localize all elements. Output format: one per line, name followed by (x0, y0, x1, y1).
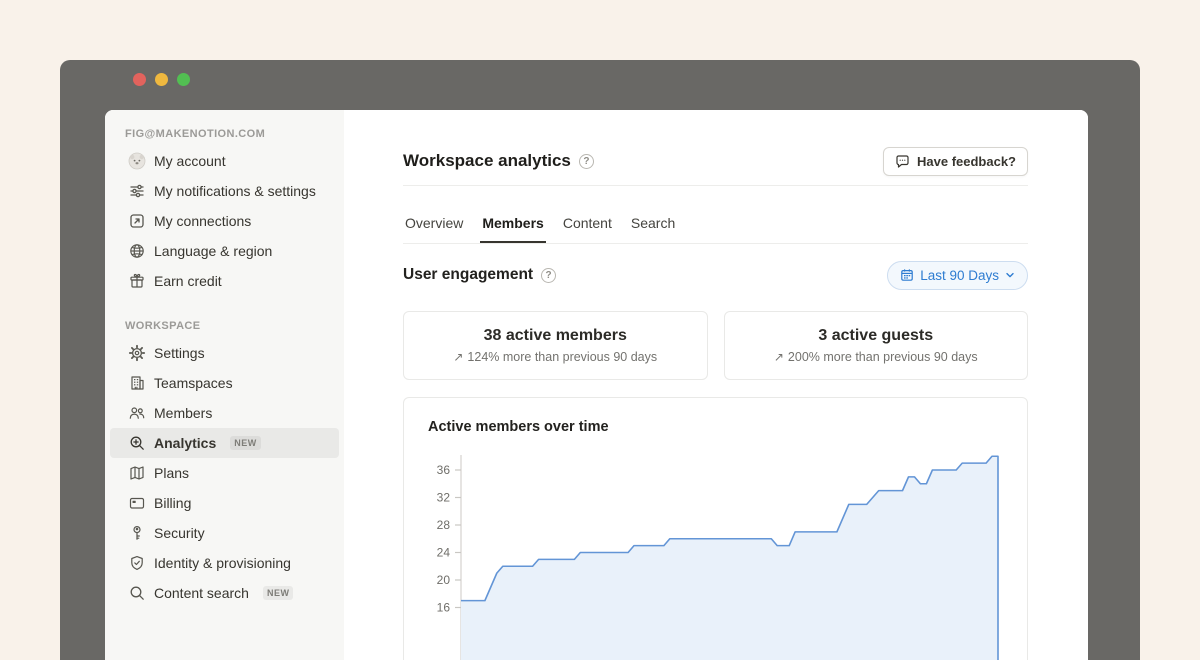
sidebar-item-settings[interactable]: Settings (110, 338, 339, 368)
sidebar-item-label: Settings (154, 343, 205, 363)
svg-text:32: 32 (437, 491, 451, 505)
trend-up-icon: ↗ (453, 350, 463, 364)
svg-text:36: 36 (437, 463, 451, 477)
sidebar-item-identity-provisioning[interactable]: Identity & provisioning (110, 548, 339, 578)
trend-up-icon: ↗ (774, 350, 784, 364)
workspace-section-header: WORKSPACE (110, 316, 339, 338)
shield-check-icon (128, 554, 146, 572)
credit-card-icon (128, 494, 146, 512)
stat-cards-row: 38 active members ↗ 124% more than previ… (403, 311, 1028, 380)
date-range-label: Last 90 Days (920, 268, 999, 283)
gear-icon (128, 344, 146, 362)
header-divider (403, 185, 1028, 186)
tab-search[interactable]: Search (629, 205, 677, 243)
globe-icon (128, 242, 146, 260)
sidebar-item-label: Identity & provisioning (154, 553, 291, 573)
sidebar-item-members[interactable]: Members (110, 398, 339, 428)
feedback-bubble-icon (895, 154, 910, 169)
sidebar-item-teamspaces[interactable]: Teamspaces (110, 368, 339, 398)
settings-panel: FIG@MAKENOTION.COM My account My notific… (105, 110, 1088, 660)
sidebar-item-label: Analytics (154, 433, 216, 453)
help-icon[interactable]: ? (579, 154, 594, 169)
svg-text:24: 24 (437, 546, 451, 560)
main-content: Workspace analytics ? Have feedback? Ove… (344, 110, 1088, 660)
sliders-icon (128, 182, 146, 200)
sidebar-item-label: Plans (154, 463, 189, 483)
sidebar-item-content-search[interactable]: Content search NEW (110, 578, 339, 608)
sidebar-item-language-region[interactable]: Language & region (110, 236, 339, 266)
stat-title: 3 active guests (818, 327, 933, 345)
sidebar-item-analytics[interactable]: Analytics NEW (110, 428, 339, 458)
sidebar-item-label: My connections (154, 211, 251, 231)
key-icon (128, 524, 146, 542)
user-engagement-row: User engagement ? Last 90 Days (403, 260, 1028, 290)
sidebar-item-security[interactable]: Security (110, 518, 339, 548)
active-members-chart-card: Active members over time 16 20 24 28 32 36 (403, 397, 1028, 660)
avatar-icon (128, 152, 146, 170)
account-section-header: FIG@MAKENOTION.COM (110, 124, 339, 146)
new-badge: NEW (230, 436, 261, 450)
svg-text:28: 28 (437, 518, 451, 532)
stat-subtitle: ↗ 200% more than previous 90 days (774, 350, 978, 364)
building-icon (128, 374, 146, 392)
close-button[interactable] (133, 73, 146, 86)
tab-content[interactable]: Content (561, 205, 614, 243)
chart-title: Active members over time (428, 419, 609, 435)
page-title: Workspace analytics (403, 151, 571, 171)
sidebar-item-my-connections[interactable]: My connections (110, 206, 339, 236)
active-members-card: 38 active members ↗ 124% more than previ… (403, 311, 708, 380)
sidebar-item-label: Members (154, 403, 212, 423)
sidebar-item-label: My notifications & settings (154, 181, 316, 201)
sidebar-item-label: Earn credit (154, 271, 222, 291)
tab-members[interactable]: Members (480, 205, 545, 243)
tab-overview[interactable]: Overview (403, 205, 465, 243)
magnifier-plus-icon (128, 434, 146, 452)
map-icon (128, 464, 146, 482)
sidebar-item-label: My account (154, 151, 226, 171)
calendar-icon (900, 268, 914, 282)
svg-text:16: 16 (437, 601, 451, 615)
stat-subtitle: ↗ 124% more than previous 90 days (453, 350, 657, 364)
chevron-down-icon (1005, 270, 1015, 280)
window-controls (133, 73, 190, 86)
magnifier-icon (128, 584, 146, 602)
sidebar-item-label: Content search (154, 583, 249, 603)
stat-title: 38 active members (484, 327, 627, 345)
people-icon (128, 404, 146, 422)
active-guests-card: 3 active guests ↗ 200% more than previou… (724, 311, 1029, 380)
zoom-button[interactable] (177, 73, 190, 86)
gift-icon (128, 272, 146, 290)
date-range-dropdown[interactable]: Last 90 Days (887, 261, 1028, 290)
new-badge: NEW (263, 586, 294, 600)
have-feedback-button[interactable]: Have feedback? (883, 147, 1028, 176)
app-window: FIG@MAKENOTION.COM My account My notific… (60, 60, 1140, 660)
sidebar-item-label: Security (154, 523, 205, 543)
settings-sidebar: FIG@MAKENOTION.COM My account My notific… (105, 110, 344, 660)
sidebar-item-label: Teamspaces (154, 373, 233, 393)
section-title: User engagement (403, 266, 533, 284)
minimize-button[interactable] (155, 73, 168, 86)
feedback-button-label: Have feedback? (917, 154, 1016, 169)
sidebar-item-plans[interactable]: Plans (110, 458, 339, 488)
title-row: Workspace analytics ? Have feedback? (403, 146, 1028, 176)
svg-text:20: 20 (437, 573, 451, 587)
analytics-tabs: Overview Members Content Search (403, 205, 1028, 244)
sidebar-item-label: Language & region (154, 241, 272, 261)
section-gap (110, 296, 339, 316)
sidebar-item-earn-credit[interactable]: Earn credit (110, 266, 339, 296)
sidebar-item-notifications-settings[interactable]: My notifications & settings (110, 176, 339, 206)
arrow-up-right-box-icon (128, 212, 146, 230)
members-over-time-area-chart: 16 20 24 28 32 36 (404, 448, 1029, 660)
help-icon[interactable]: ? (541, 268, 556, 283)
sidebar-item-label: Billing (154, 493, 191, 513)
sidebar-item-billing[interactable]: Billing (110, 488, 339, 518)
sidebar-item-my-account[interactable]: My account (110, 146, 339, 176)
